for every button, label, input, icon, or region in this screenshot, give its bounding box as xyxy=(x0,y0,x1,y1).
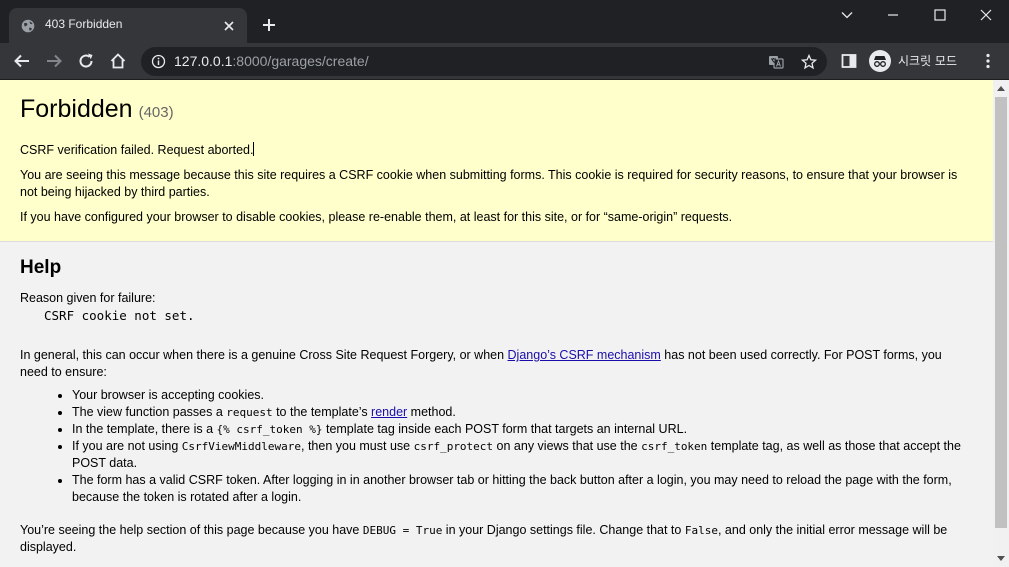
item-text: In the template, there is a xyxy=(72,422,217,436)
item-text: on any views that use the xyxy=(493,439,642,453)
address-bar[interactable]: 127.0.0.1:8000/garages/create/ xyxy=(141,47,827,76)
code-false: False xyxy=(684,524,718,537)
maximize-icon[interactable] xyxy=(933,8,947,22)
debug-text: in your Django settings file. Change tha… xyxy=(442,523,685,537)
item-text: method. xyxy=(407,405,456,419)
item-text: template tag inside each POST form that … xyxy=(322,422,688,436)
kebab-menu-icon[interactable] xyxy=(979,52,997,70)
incognito-label: 시크릿 모드 xyxy=(898,54,958,68)
list-item: In the template, there is a {% csrf_toke… xyxy=(72,421,973,438)
render-link[interactable]: render xyxy=(371,405,407,419)
reload-icon[interactable] xyxy=(77,52,95,70)
new-tab-plus-icon[interactable] xyxy=(261,17,277,33)
code-csrf-protect: csrf_protect xyxy=(413,440,494,453)
failure-message: CSRF verification failed. Request aborte… xyxy=(20,142,973,159)
list-item: If you are not using CsrfViewMiddleware,… xyxy=(72,438,973,472)
code-middleware: CsrfViewMiddleware xyxy=(181,440,302,453)
help-section: Help Reason given for failure: CSRF cook… xyxy=(0,242,993,567)
item-text: Your browser is accepting cookies. xyxy=(72,388,264,402)
globe-icon xyxy=(21,19,35,33)
debug-text: You’re seeing the help section of this p… xyxy=(20,523,363,537)
page-title: Forbidden (403) xyxy=(20,94,973,128)
incognito-profile-button[interactable]: 시크릿 모드 xyxy=(866,49,970,74)
browser-tab[interactable]: 403 Forbidden xyxy=(9,8,247,43)
code-debug-true: DEBUG = True xyxy=(362,524,443,537)
code-csrf-token-tag: {% csrf_token %} xyxy=(216,423,323,436)
scrollbar-thumb[interactable] xyxy=(995,97,1007,528)
window-close-icon[interactable] xyxy=(979,8,993,22)
general-text-before: In general, this can occur when there is… xyxy=(20,348,508,362)
checklist: Your browser is accepting cookies. The v… xyxy=(72,387,973,506)
item-text: If you are not using xyxy=(72,439,182,453)
tab-title: 403 Forbidden xyxy=(45,17,123,31)
code-request: request xyxy=(226,406,273,419)
home-icon[interactable] xyxy=(109,52,127,70)
failure-message-text: CSRF verification failed. Request aborte… xyxy=(20,143,254,157)
scroll-up-arrow-icon[interactable] xyxy=(997,86,1005,91)
list-item: Your browser is accepting cookies. xyxy=(72,387,973,404)
tab-strip: 403 Forbidden xyxy=(0,0,1009,43)
incognito-avatar xyxy=(869,50,891,72)
error-summary: Forbidden (403) CSRF verification failed.… xyxy=(0,80,993,242)
star-icon[interactable] xyxy=(801,54,817,70)
browser-toolbar: 127.0.0.1:8000/garages/create/ 시크릿 모드 xyxy=(0,43,1009,80)
scroll-down-arrow-icon[interactable] xyxy=(997,556,1005,561)
page-viewport: Forbidden (403) CSRF verification failed.… xyxy=(0,80,993,567)
django-csrf-link[interactable]: Django’s CSRF mechanism xyxy=(508,348,661,362)
forward-arrow-icon[interactable] xyxy=(45,52,63,70)
code-csrf-token: csrf_token xyxy=(641,440,708,453)
cookies-hint: If you have configured your browser to d… xyxy=(20,210,733,224)
debug-note: You’re seeing the help section of this p… xyxy=(20,522,973,556)
list-item: The view function passes a request to th… xyxy=(72,404,973,421)
general-explanation: In general, this can occur when there is… xyxy=(20,347,973,381)
incognito-icon xyxy=(874,56,886,67)
back-arrow-icon[interactable] xyxy=(13,52,31,70)
url-text[interactable]: 127.0.0.1:8000/garages/create/ xyxy=(174,53,369,69)
list-item: The form has a valid CSRF token. After l… xyxy=(72,472,973,506)
reason-label: Reason given for failure: xyxy=(20,291,156,305)
url-path: :8000/garages/create/ xyxy=(232,53,369,69)
csrf-explanation: You are seeing this message because this… xyxy=(20,168,958,199)
info-icon[interactable] xyxy=(151,54,166,69)
item-text: , then you must use xyxy=(301,439,414,453)
vertical-scrollbar[interactable] xyxy=(993,80,1009,567)
item-text: The form has a valid CSRF token. After l… xyxy=(72,473,952,504)
item-text: to the template’s xyxy=(272,405,372,419)
side-panel-icon[interactable] xyxy=(840,52,858,70)
status-code: (403) xyxy=(138,104,174,121)
text-caret xyxy=(253,142,255,156)
translate-icon[interactable] xyxy=(768,54,784,70)
help-heading: Help xyxy=(20,257,62,278)
url-host: 127.0.0.1 xyxy=(174,53,233,69)
page-title-text: Forbidden xyxy=(20,95,133,123)
item-text: The view function passes a xyxy=(72,405,227,419)
tab-close-icon[interactable] xyxy=(221,18,237,34)
chevron-down-icon[interactable] xyxy=(840,8,854,22)
reason-code: CSRF cookie not set. xyxy=(44,308,195,323)
minimize-icon[interactable] xyxy=(886,8,900,22)
